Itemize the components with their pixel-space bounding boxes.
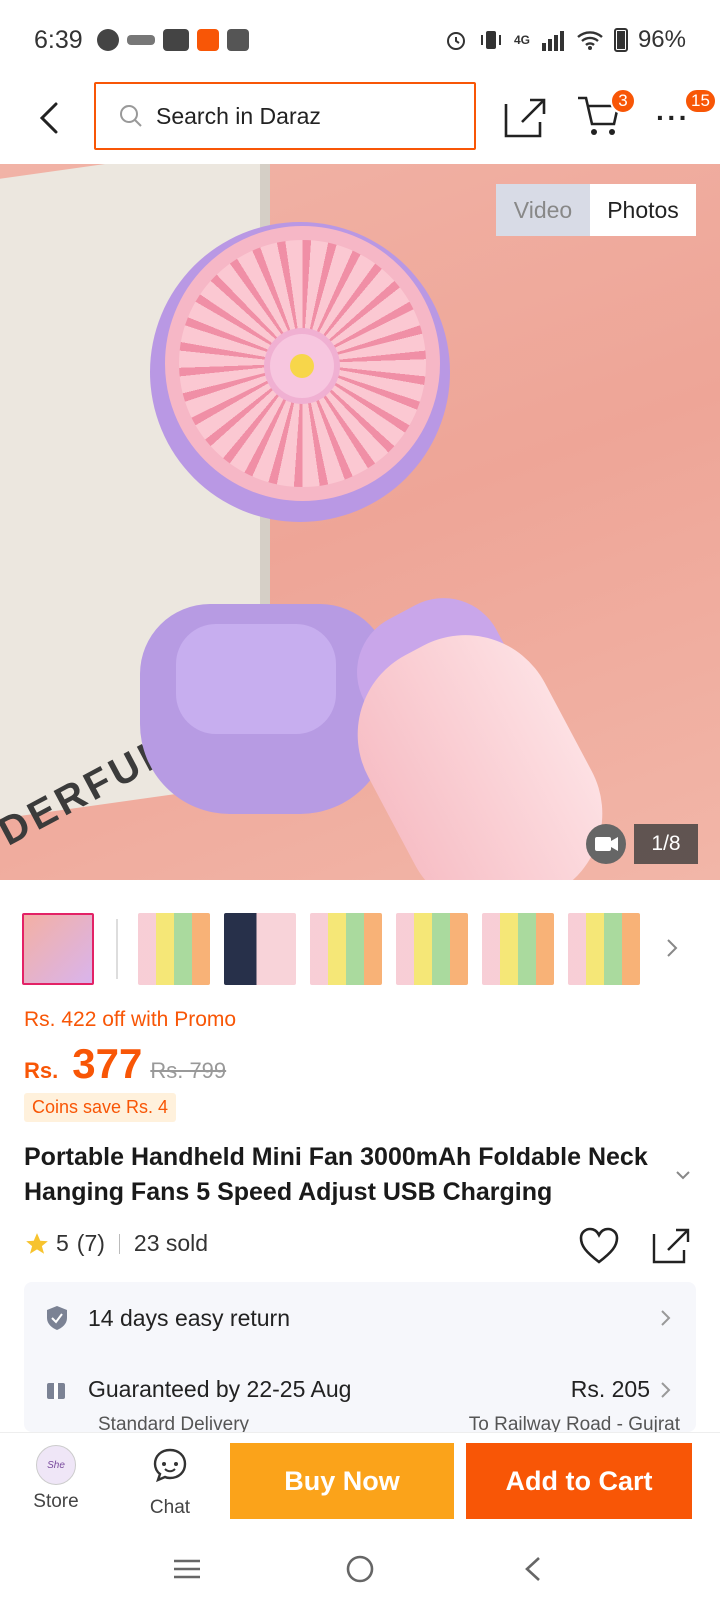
delivery-destination: To Railway Road - Gujrat (468, 1414, 680, 1432)
notification-icons (96, 29, 249, 51)
alarm-icon (446, 32, 465, 50)
store-label: Store (33, 1491, 79, 1512)
shield-check-icon (47, 1306, 67, 1330)
back-button[interactable] (30, 98, 70, 138)
thumbnail-3[interactable] (224, 913, 296, 985)
image-counter: 1/8 (634, 824, 698, 864)
search-icon (120, 105, 142, 127)
add-to-cart-button[interactable]: Add to Cart (466, 1443, 692, 1519)
rating-value: 5 (56, 1230, 69, 1256)
price-row: Rs. 377 Rs. 799 (24, 1040, 226, 1088)
share-icon[interactable] (650, 1224, 692, 1266)
promo-text: Rs. 422 off with Promo (24, 1008, 237, 1031)
status-bar: 6:39 4G 96% (0, 0, 720, 80)
header: Search in Daraz 3 ··· 15 (0, 80, 720, 164)
nav-back-button[interactable] (513, 1549, 553, 1589)
thumbnail-7[interactable] (568, 913, 640, 985)
chat-icon (153, 1448, 187, 1483)
home-circle-icon (346, 1555, 374, 1583)
product-title[interactable]: Portable Handheld Mini Fan 3000mAh Folda… (24, 1140, 670, 1210)
chevron-right-icon (661, 1310, 671, 1326)
video-play-icon[interactable] (586, 824, 626, 864)
thumbnail-2[interactable] (138, 913, 210, 985)
star-icon (26, 1232, 48, 1254)
thumbnail-5[interactable] (396, 913, 468, 985)
divider (118, 1233, 120, 1254)
tab-video[interactable]: Video (496, 184, 590, 236)
wifi-icon (577, 31, 603, 50)
thumbnail-4[interactable] (310, 913, 382, 985)
snapchat-icon (96, 29, 119, 51)
delivery-box-icon (47, 1382, 65, 1399)
signal-icon (541, 31, 564, 51)
menu-icon (173, 1559, 200, 1579)
cart-badge: 3 (610, 88, 636, 114)
original-price: Rs. 799 (150, 1058, 227, 1083)
thumbnail-strip (22, 910, 712, 988)
thumbnail-6[interactable] (482, 913, 554, 985)
rating-row[interactable]: 5 (7) 23 sold (24, 1230, 208, 1257)
delivery-type: Standard Delivery (98, 1414, 250, 1432)
youtube-icon (162, 29, 189, 51)
delivery-row[interactable]: Guaranteed by 22-25 Aug Rs. 205 (24, 1376, 696, 1403)
status-time: 6:39 (34, 25, 83, 54)
more-button[interactable]: ··· 15 (656, 88, 717, 142)
vibrate-icon (480, 31, 501, 49)
battery-percent: 96% (637, 26, 686, 53)
gallery-icon (226, 29, 249, 51)
chat-label: Chat (149, 1497, 191, 1518)
return-text: 14 days easy return (88, 1304, 291, 1331)
chevron-right-icon[interactable] (662, 934, 682, 962)
share-button[interactable] (500, 92, 552, 142)
buy-now-button[interactable]: Buy Now (230, 1443, 454, 1519)
thumbnail-1[interactable] (22, 913, 94, 985)
store-button[interactable]: She Store (16, 1445, 96, 1513)
back-arrow-icon (525, 1557, 541, 1581)
bottom-action-bar: She Store Chat Buy Now Add to Cart (0, 1432, 720, 1530)
search-input[interactable]: Search in Daraz (94, 82, 476, 150)
system-icons: 4G 96% (444, 26, 686, 54)
media-toggle: Video Photos (496, 184, 696, 236)
flower-graphic (270, 334, 334, 398)
home-button[interactable] (340, 1549, 380, 1589)
more-badge: 15 (684, 88, 717, 114)
return-policy-row[interactable]: 14 days easy return (24, 1304, 696, 1332)
app-icon (126, 35, 155, 45)
wishlist-heart-icon[interactable] (578, 1226, 620, 1266)
thumbnail-divider (116, 919, 118, 979)
chevron-right-icon (661, 1381, 671, 1398)
price-value: 377 (72, 1040, 143, 1087)
chat-button[interactable]: Chat (130, 1445, 210, 1519)
chevron-down-icon[interactable] (674, 1168, 692, 1182)
recents-button[interactable] (167, 1549, 207, 1589)
delivery-text: Guaranteed by 22-25 Aug (88, 1376, 352, 1402)
search-placeholder: Search in Daraz (156, 102, 321, 129)
cart-button[interactable]: 3 (576, 88, 636, 142)
coins-badge: Coins save Rs. 4 (24, 1093, 177, 1122)
system-nav-bar (0, 1530, 720, 1608)
review-count: (7) (76, 1230, 105, 1256)
tab-photos[interactable]: Photos (590, 184, 696, 236)
product-image[interactable]: DERFUL HOMEW Video Photos (0, 164, 720, 880)
sold-count: 23 sold (133, 1230, 209, 1256)
battery-icon (613, 28, 628, 52)
store-logo-icon: She (36, 1445, 76, 1485)
fan-stand-graphic (140, 604, 390, 814)
delivery-info-box: 14 days easy return Guaranteed by 22-25 … (24, 1282, 696, 1432)
delivery-price: Rs. 205 (570, 1376, 650, 1402)
daraz-icon (196, 29, 219, 51)
price-currency: Rs. (24, 1058, 59, 1083)
network-label: 4G (513, 33, 530, 47)
